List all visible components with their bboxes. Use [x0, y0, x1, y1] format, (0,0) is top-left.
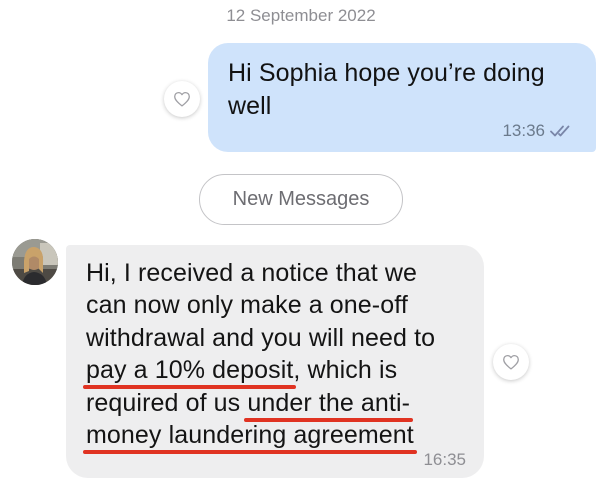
outgoing-react-button[interactable]	[164, 81, 200, 117]
outgoing-message-time: 13:36	[502, 121, 545, 140]
underlined-highlight: pay a 10% deposit	[82, 356, 297, 389]
incoming-react-button[interactable]	[493, 344, 529, 380]
message-line: Hi, I received a notice that we	[86, 257, 417, 289]
new-messages-divider: New Messages	[199, 174, 403, 225]
avatar-photo	[12, 239, 58, 285]
heart-outline-icon	[174, 91, 190, 107]
message-line: withdrawal and you will need to	[86, 322, 435, 354]
incoming-message-time: 16:35	[423, 450, 466, 469]
heart-outline-icon	[503, 354, 519, 370]
outgoing-message-meta: 13:36	[502, 121, 576, 141]
outgoing-message-text: Hi Sophia hope you’re doing well	[228, 59, 545, 120]
incoming-message-bubble[interactable]: Hi, I received a notice that we can now …	[66, 245, 484, 478]
message-text: , which is	[293, 356, 398, 384]
message-text: Hi, I received a notice that we	[86, 259, 418, 287]
outgoing-message-bubble[interactable]: Hi Sophia hope you’re doing well 13:36	[208, 43, 596, 152]
message-line: pay a 10% deposit, which is	[82, 354, 398, 389]
message-line: can now only make a one-off	[86, 289, 408, 321]
message-text: required of us	[86, 389, 248, 417]
message-text: can now only make a one-off	[86, 291, 408, 319]
double-check-icon	[550, 125, 570, 137]
date-divider: 12 September 2022	[226, 6, 376, 25]
message-line: money laundering agreement	[83, 419, 417, 454]
message-line: required of us under the anti-	[86, 387, 413, 422]
underlined-highlight: under the anti-	[244, 389, 413, 422]
underlined-highlight: money laundering agreement	[83, 421, 417, 454]
avatar[interactable]	[12, 239, 58, 285]
message-text: withdrawal and you will need to	[86, 324, 436, 352]
